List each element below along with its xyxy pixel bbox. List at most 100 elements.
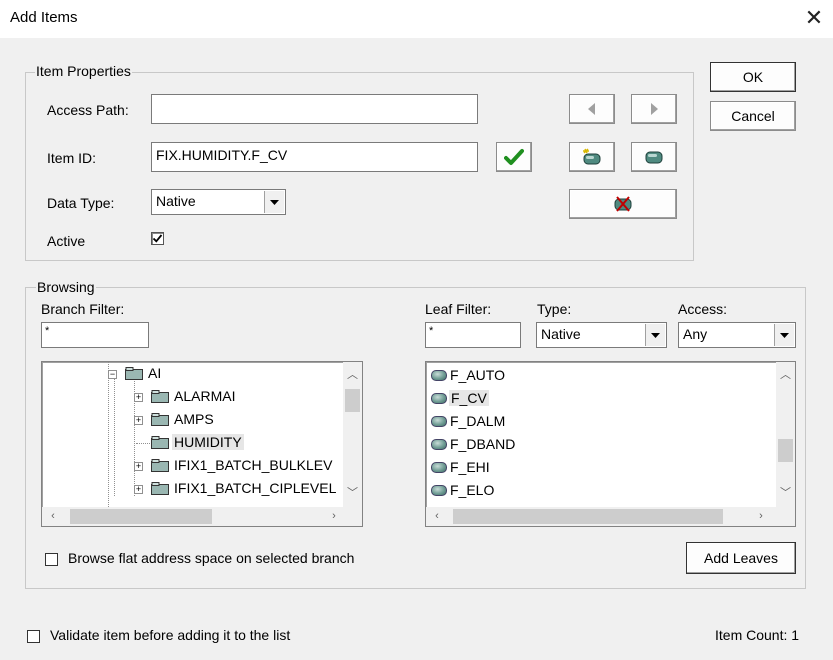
validate-check-button[interactable] xyxy=(496,142,532,172)
leaf-item-f-dband[interactable]: F_DBAND xyxy=(431,434,761,456)
scrollbar-thumb[interactable] xyxy=(453,509,723,524)
close-icon[interactable]: ✕ xyxy=(800,4,828,32)
access-path-input[interactable] xyxy=(151,94,478,124)
scrollbar-thumb[interactable] xyxy=(345,389,360,412)
scrollbar-thumb[interactable] xyxy=(778,439,793,462)
leaf-vertical-scrollbar[interactable]: ︿ ﹀ xyxy=(776,362,795,507)
leaf-item-label: F_DALM xyxy=(450,413,506,429)
arrow-left-icon xyxy=(588,103,595,115)
folder-icon xyxy=(151,436,169,449)
branch-filter-label: Branch Filter: xyxy=(41,301,125,317)
leaf-filter-label: Leaf Filter: xyxy=(425,301,492,317)
item-count: Item Count: 1 xyxy=(715,627,800,643)
scroll-right-icon[interactable]: › xyxy=(325,507,343,525)
checkmark-icon xyxy=(504,149,524,165)
leaf-item-label: F_EHI xyxy=(450,459,490,475)
leaf-item-label: F_AUTO xyxy=(450,367,505,383)
type-value: Native xyxy=(541,326,581,342)
tree-item-label: HUMIDITY xyxy=(172,434,244,450)
tree-item-ifix1-batch-ciplevel[interactable]: + IFIX1_BATCH_CIPLEVEL xyxy=(134,479,362,499)
leaf-item-label: F_DBAND xyxy=(450,436,516,452)
browse-flat-checkbox[interactable] xyxy=(45,553,58,566)
tag-icon xyxy=(431,485,447,496)
folder-icon xyxy=(151,413,169,426)
active-checkbox[interactable] xyxy=(151,232,164,245)
tag-icon xyxy=(431,439,447,450)
cancel-button[interactable]: Cancel xyxy=(710,101,796,131)
item-button[interactable] xyxy=(631,142,677,172)
branch-filter-input[interactable]: * xyxy=(41,322,149,348)
validate-checkbox[interactable] xyxy=(27,630,40,643)
tree-item-label: AMPS xyxy=(174,411,214,427)
tree-item-alarmai[interactable]: + ALARMAI xyxy=(134,387,362,407)
tree-item-label: IFIX1_BATCH_BULKLEV xyxy=(174,457,333,473)
scrollbar-corner xyxy=(343,507,362,526)
type-select[interactable]: Native xyxy=(536,322,667,348)
access-value: Any xyxy=(683,326,708,342)
expand-icon[interactable]: + xyxy=(134,485,143,494)
access-path-label: Access Path: xyxy=(47,102,129,118)
new-item-button[interactable] xyxy=(569,142,615,172)
leaf-list[interactable]: F_AUTO F_CV F_DALM F_DBAND F_EHI F_ELO ︿… xyxy=(425,361,796,527)
leaf-horizontal-scrollbar[interactable]: ‹ › xyxy=(426,507,776,526)
expand-icon[interactable]: + xyxy=(134,393,143,402)
leaf-item-f-cv[interactable]: F_CV xyxy=(431,388,761,410)
scroll-left-icon[interactable]: ‹ xyxy=(44,507,62,525)
scroll-up-icon[interactable]: ︿ xyxy=(343,366,362,384)
chevron-down-icon[interactable] xyxy=(264,191,284,213)
active-label: Active xyxy=(47,233,86,249)
item-properties-legend: Item Properties xyxy=(35,63,132,79)
expand-icon[interactable]: + xyxy=(134,462,143,471)
previous-button[interactable] xyxy=(569,94,615,124)
scrollbar-corner xyxy=(776,507,795,526)
validate-label: Validate item before adding it to the li… xyxy=(50,627,291,643)
item-id-input[interactable]: FIX.HUMIDITY.F_CV xyxy=(151,142,478,172)
browse-flat-label: Browse flat address space on selected br… xyxy=(68,550,355,566)
leaf-filter-input[interactable]: * xyxy=(425,322,521,348)
access-select[interactable]: Any xyxy=(678,322,796,348)
data-type-value: Native xyxy=(156,193,196,209)
delete-item-icon xyxy=(614,196,632,212)
item-icon xyxy=(645,151,663,164)
tag-icon xyxy=(431,393,447,404)
tree-item-label: ALARMAI xyxy=(174,388,236,404)
collapse-icon[interactable]: − xyxy=(108,370,117,379)
tree-item-ifix1-batch-bulklev[interactable]: + IFIX1_BATCH_BULKLEV xyxy=(134,456,362,476)
new-item-icon xyxy=(583,148,601,165)
ok-button[interactable]: OK xyxy=(710,62,796,92)
leaf-item-f-ehi[interactable]: F_EHI xyxy=(431,457,761,479)
leaf-item-f-auto[interactable]: F_AUTO xyxy=(431,365,761,387)
scroll-down-icon[interactable]: ﹀ xyxy=(776,484,795,502)
chevron-down-icon[interactable] xyxy=(645,324,665,346)
type-label: Type: xyxy=(537,301,572,317)
expand-icon[interactable]: + xyxy=(134,416,143,425)
title-bar xyxy=(0,0,833,38)
scroll-up-icon[interactable]: ︿ xyxy=(776,366,795,384)
browsing-legend: Browsing xyxy=(36,279,96,295)
add-leaves-button[interactable]: Add Leaves xyxy=(686,542,796,574)
tree-item-label: IFIX1_BATCH_CIPLEVEL xyxy=(174,480,337,496)
scroll-left-icon[interactable]: ‹ xyxy=(428,507,446,525)
leaf-item-f-dalm[interactable]: F_DALM xyxy=(431,411,761,433)
folder-icon xyxy=(151,459,169,472)
leaf-item-f-elo[interactable]: F_ELO xyxy=(431,480,761,500)
scroll-down-icon[interactable]: ﹀ xyxy=(343,484,362,502)
branch-tree[interactable]: − AI + ALARMAI + AMPS HUMIDITY + IFIX1_B… xyxy=(41,361,363,527)
tree-vertical-scrollbar[interactable]: ︿ ﹀ xyxy=(343,362,362,507)
next-button[interactable] xyxy=(631,94,677,124)
tree-line xyxy=(136,443,150,444)
data-type-label: Data Type: xyxy=(47,195,115,211)
scroll-right-icon[interactable]: › xyxy=(752,507,770,525)
delete-item-button[interactable] xyxy=(569,189,677,219)
tree-horizontal-scrollbar[interactable]: ‹ › xyxy=(42,507,343,526)
folder-icon xyxy=(125,367,143,380)
check-mark-icon xyxy=(152,234,163,243)
tree-item-humidity[interactable]: HUMIDITY xyxy=(134,433,362,453)
scrollbar-thumb[interactable] xyxy=(70,509,212,524)
tag-icon xyxy=(431,416,447,427)
chevron-down-icon[interactable] xyxy=(774,324,794,346)
data-type-select[interactable]: Native xyxy=(151,189,286,215)
tree-item-ai[interactable]: − AI xyxy=(108,364,358,384)
leaf-item-label: F_ELO xyxy=(450,482,495,498)
tree-item-amps[interactable]: + AMPS xyxy=(134,410,362,430)
